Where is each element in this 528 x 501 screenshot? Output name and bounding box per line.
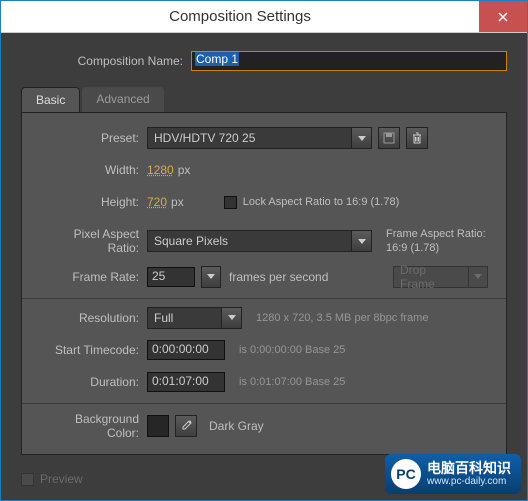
dialog-content: Composition Name: Comp 1 Basic Advanced … [1,33,527,465]
preset-dropdown[interactable]: HDV/HDTV 720 25 [147,127,372,149]
pixel-aspect-dropdown[interactable]: Square Pixels [147,230,372,252]
chevron-down-icon [228,315,236,320]
drop-frame-dropdown: Drop Frame [393,266,488,288]
bgcolor-name: Dark Gray [209,419,264,433]
resolution-dropdown[interactable]: Full [147,307,242,329]
basic-panel: Preset: HDV/HDTV 720 25 Width: 1280 [21,113,507,455]
pixel-aspect-dropdown-arrow[interactable] [351,231,371,251]
bgcolor-swatch[interactable] [147,415,169,437]
frame-aspect-label: Frame Aspect Ratio: [386,227,486,241]
chevron-down-icon [474,274,482,279]
chevron-down-icon [358,239,366,244]
height-value[interactable]: 720 [147,195,167,209]
start-timecode-input[interactable]: 0:00:00:00 [147,340,225,360]
composition-name-input[interactable]: Comp 1 [191,51,507,71]
chevron-down-icon [358,136,366,141]
pixel-aspect-value: Square Pixels [148,234,234,248]
close-button[interactable] [479,1,527,32]
lock-aspect-label: Lock Aspect Ratio to 16:9 (1.78) [243,196,400,208]
composition-name-label: Composition Name: [21,54,191,68]
chevron-down-icon [207,274,215,279]
tab-basic[interactable]: Basic [21,87,80,112]
save-preset-button[interactable] [378,127,400,149]
start-timecode-value: 0:00:00:00 [152,342,209,356]
lock-aspect-checkbox[interactable] [224,196,237,209]
duration-label: Duration: [40,375,147,389]
eyedropper-icon [180,420,192,432]
watermark-text-cn: 电脑百科知识 [427,461,511,476]
preset-dropdown-arrow[interactable] [351,128,371,148]
eyedropper-button[interactable] [175,415,197,437]
window-title: Composition Settings [1,8,479,25]
start-timecode-label: Start Timecode: [40,343,147,357]
frame-rate-unit: frames per second [229,270,328,284]
preview-checkbox [21,473,34,486]
frame-rate-dropdown-arrow[interactable] [201,266,221,288]
frame-rate-input[interactable]: 25 [147,267,195,287]
resolution-label: Resolution: [40,311,147,325]
trash-icon [411,132,423,144]
width-value[interactable]: 1280 [147,163,174,177]
resolution-value: Full [148,311,179,325]
frame-aspect-info: Frame Aspect Ratio: 16:9 (1.78) [386,227,486,256]
bgcolor-label: Background Color: [40,412,147,440]
preset-label: Preset: [40,131,147,145]
height-unit: px [171,195,184,209]
pixel-aspect-label: Pixel Aspect Ratio: [40,227,147,255]
close-icon [498,12,508,22]
watermark: PC 电脑百科知识 www.pc-daily.com [385,454,521,494]
watermark-url: www.pc-daily.com [427,476,511,487]
tab-advanced[interactable]: Advanced [82,87,163,112]
preset-value: HDV/HDTV 720 25 [148,131,261,145]
delete-preset-button[interactable] [406,127,428,149]
width-label: Width: [40,163,147,177]
separator [22,298,506,299]
duration-value: 0:01:07:00 [152,374,209,388]
duration-info: is 0:01:07:00 Base 25 [239,376,345,388]
separator [22,403,506,404]
titlebar: Composition Settings [1,1,527,33]
preview-row: Preview [21,472,83,486]
watermark-icon: PC [391,459,421,489]
drop-frame-value: Drop Frame [394,263,468,291]
preview-label: Preview [40,472,83,486]
frame-rate-label: Frame Rate: [40,270,147,284]
height-label: Height: [40,195,147,209]
frame-rate-value: 25 [152,269,165,283]
start-timecode-info: is 0:00:00:00 Base 25 [239,344,345,356]
resolution-info: 1280 x 720, 3.5 MB per 8bpc frame [256,312,428,324]
width-unit: px [178,163,191,177]
composition-name-value: Comp 1 [195,52,239,66]
save-icon [383,132,395,144]
tabs: Basic Advanced [21,87,507,113]
resolution-dropdown-arrow[interactable] [221,308,241,328]
frame-aspect-value: 16:9 (1.78) [386,241,486,255]
duration-input[interactable]: 0:01:07:00 [147,372,225,392]
composition-settings-window: Composition Settings Composition Name: C… [0,0,528,501]
drop-frame-dropdown-arrow [468,267,487,287]
